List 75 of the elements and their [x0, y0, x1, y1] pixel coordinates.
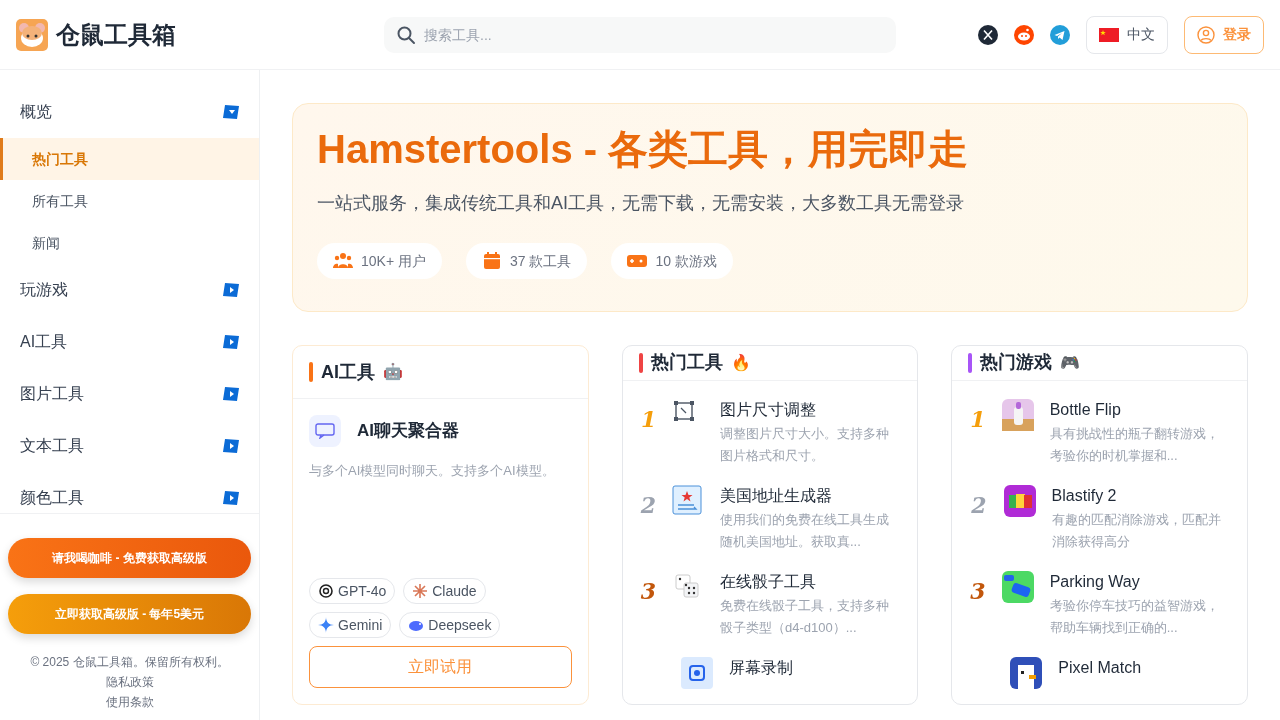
sidebar-section[interactable]: 图片工具 [0, 368, 259, 420]
paper-plane-icon[interactable] [1050, 24, 1070, 45]
people-icon [333, 251, 353, 271]
item-description: 具有挑战性的瓶子翻转游戏，考验你的时机掌握和... [1049, 424, 1220, 465]
user-icon [1197, 25, 1215, 44]
china-flag-icon [1099, 27, 1119, 42]
item-description: 调整图片尺寸大小。支持多种图片格式和尺寸。 [720, 424, 891, 465]
search-field[interactable]: 搜索工具... [384, 16, 896, 53]
copyright-text: © 2025 仓鼠工具箱。保留所有权利。 [30, 654, 229, 671]
sidebar-section[interactable]: 概览 [0, 86, 259, 138]
reddit-alien-icon[interactable] [1014, 24, 1034, 45]
star-card-icon [672, 484, 704, 517]
stat-pill: 10 款游戏 [611, 243, 733, 279]
footer-link[interactable]: 隐私政策 [105, 672, 154, 692]
tool-name[interactable]: AI聊天聚合器 [357, 418, 459, 444]
panel-title: 热门游戏 [980, 351, 1053, 375]
footer-link[interactable]: 使用条款 [105, 692, 154, 712]
emoji-icon: 🔥 [730, 351, 751, 375]
ranking-item[interactable]: 1 图片尺寸调整 调整图片尺寸大小。支持多种图片格式和尺寸。 [622, 380, 918, 467]
item-description: 考验你停车技巧的益智游戏，帮助车辆找到正确的... [1049, 596, 1220, 637]
emoji-icon: 🎮 [1060, 351, 1081, 375]
panel-title: AI工具 [321, 360, 375, 384]
rank-number: 3 [970, 576, 986, 606]
panel-title: 热门工具 [650, 351, 723, 375]
stat-pill: 37 款工具 [466, 243, 588, 279]
sidebar-item[interactable]: 所有工具 [0, 180, 259, 222]
item-title: Bottle Flip [1049, 399, 1122, 420]
record-icon [680, 656, 713, 689]
hero-subtitle: 一站式服务，集成传统工具和AI工具，无需下载，无需安装，大多数工具无需登录 [317, 192, 965, 215]
item-description: 免费在线骰子工具，支持多种骰子类型（d4-d100）... [720, 596, 890, 637]
sidebar-item[interactable]: 新闻 [0, 222, 259, 264]
search-icon [396, 24, 416, 45]
sidebar-section[interactable]: 颜色工具 [0, 472, 259, 513]
item-title: Blastify 2 [1051, 485, 1118, 506]
sidebar-section[interactable]: AI工具 [0, 316, 259, 368]
item-title: Pixel Match [1058, 657, 1142, 678]
starburst-icon [412, 583, 429, 599]
site-logo-text[interactable]: 仓鼠工具箱 [56, 16, 176, 53]
blocks-icon [1003, 484, 1036, 517]
item-title: 美国地址生成器 [720, 485, 833, 506]
emoji-icon: 🤖 [383, 360, 403, 384]
item-title: 在线骰子工具 [720, 571, 817, 592]
ranking-item[interactable]: 3 在线骰子工具 免费在线骰子工具，支持多种骰子类型（d4-d100）... [622, 552, 918, 639]
rank-number: 1 [970, 404, 986, 434]
ranking-item[interactable]: 1 Bottle Flip 具有挑战性的瓶子翻转游戏，考验你的时机掌握和... [952, 380, 1247, 467]
rank-number: 2 [970, 490, 988, 520]
hero-title: Hamstertools - 各类工具，用完即走 [317, 126, 970, 173]
x-social-icon[interactable] [978, 24, 998, 45]
item-title: 屏幕录制 [728, 657, 793, 678]
rank-number: 3 [640, 576, 656, 606]
stat-pill: 10K+ 用户 [317, 243, 442, 279]
language-button[interactable]: 中文 [1086, 15, 1168, 54]
model-tag: Gemini [309, 612, 392, 638]
ranking-item[interactable]: Pixel Match [952, 638, 1247, 704]
chat-bubble-icon [315, 423, 335, 439]
model-tag: Deepseek [399, 612, 501, 638]
rank-number: 2 [640, 490, 656, 520]
hamster-logo-icon[interactable] [16, 18, 48, 51]
ranking-item[interactable]: 2 Blastify 2 有趣的匹配消除游戏，匹配并消除获得高分 [952, 466, 1247, 553]
ranking-item[interactable]: 3 Parking Way 考验你停车技巧的益智游戏，帮助车辆找到正确的... [952, 552, 1247, 639]
sidebar-section[interactable]: 玩游戏 [0, 264, 259, 316]
calendar-icon [482, 251, 502, 271]
item-title: Parking Way [1049, 571, 1141, 592]
sparkle-icon [318, 617, 334, 633]
tool-description: 与多个AI模型同时聊天。支持多个AI模型。 [309, 462, 556, 480]
model-tag: GPT-4o [309, 578, 396, 604]
item-description: 使用我们的免费在线工具生成随机美国地址。获取真... [720, 510, 890, 551]
ranking-item[interactable]: 屏幕录制 [622, 638, 918, 704]
model-tag: Claude [403, 578, 486, 604]
item-title: 图片尺寸调整 [720, 399, 818, 420]
bottle-icon [1001, 398, 1034, 431]
sidebar-section[interactable]: 文本工具 [0, 420, 259, 472]
item-description: 有趣的匹配消除游戏，匹配并消除获得高分 [1051, 510, 1222, 551]
rank-number: 1 [640, 404, 657, 434]
ranking-item[interactable]: 2 美国地址生成器 使用我们的免费在线工具生成随机美国地址。获取真... [622, 466, 918, 553]
